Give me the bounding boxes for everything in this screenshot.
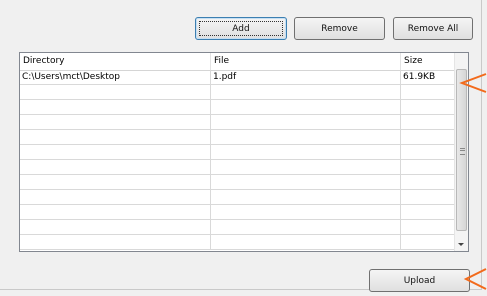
cell-directory: [20, 175, 211, 190]
cell-file: [211, 235, 401, 250]
cell-directory: [20, 190, 211, 205]
cell-file: [211, 130, 401, 145]
scroll-down-arrow-icon[interactable]: [458, 243, 464, 246]
upload-button-label: Upload: [403, 275, 436, 286]
table-row[interactable]: [20, 175, 463, 190]
cell-directory: [20, 115, 211, 130]
table-row[interactable]: [20, 100, 463, 115]
table-row[interactable]: [20, 130, 463, 145]
column-header-file[interactable]: File: [211, 53, 401, 70]
remove-button[interactable]: Remove: [294, 17, 385, 40]
cell-directory: [20, 130, 211, 145]
cell-directory: C:\Users\mct\Desktop: [20, 70, 211, 85]
cell-directory: [20, 85, 211, 100]
cell-directory: [20, 160, 211, 175]
cell-directory: [20, 235, 211, 250]
table-row[interactable]: [20, 220, 463, 235]
cell-directory: [20, 145, 211, 160]
table-row[interactable]: [20, 115, 463, 130]
grip-icon: [460, 148, 465, 155]
cell-file: [211, 190, 401, 205]
annotation-arrow-icon: [459, 73, 487, 93]
cell-directory: [20, 205, 211, 220]
remove-button-label: Remove: [321, 23, 358, 34]
cell-file: [211, 205, 401, 220]
upload-button[interactable]: Upload: [369, 269, 470, 292]
table-header: Directory File Size: [20, 53, 463, 71]
table-row[interactable]: C:\Users\mct\Desktop 1.pdf 61.9KB: [20, 70, 463, 85]
cell-file: [211, 85, 401, 100]
cell-file: [211, 220, 401, 235]
cell-file: [211, 175, 401, 190]
cell-file: [211, 100, 401, 115]
table-row[interactable]: [20, 190, 463, 205]
remove-all-button[interactable]: Remove All: [393, 17, 473, 40]
remove-all-button-label: Remove All: [407, 23, 459, 34]
annotation-arrow-icon: [463, 268, 487, 290]
cell-file: 1.pdf: [211, 70, 401, 85]
table-row[interactable]: [20, 235, 463, 250]
table-row[interactable]: [20, 160, 463, 175]
cell-file: [211, 145, 401, 160]
cell-file: [211, 160, 401, 175]
focus-ring: [199, 21, 283, 36]
file-list[interactable]: Directory File Size C:\Users\mct\Desktop…: [19, 52, 469, 252]
cell-file: [211, 115, 401, 130]
table-row[interactable]: [20, 145, 463, 160]
cell-directory: [20, 220, 211, 235]
cell-directory: [20, 100, 211, 115]
column-header-directory[interactable]: Directory: [20, 53, 211, 70]
table-row[interactable]: [20, 85, 463, 100]
table-row[interactable]: [20, 205, 463, 220]
add-button[interactable]: Add: [195, 17, 287, 40]
